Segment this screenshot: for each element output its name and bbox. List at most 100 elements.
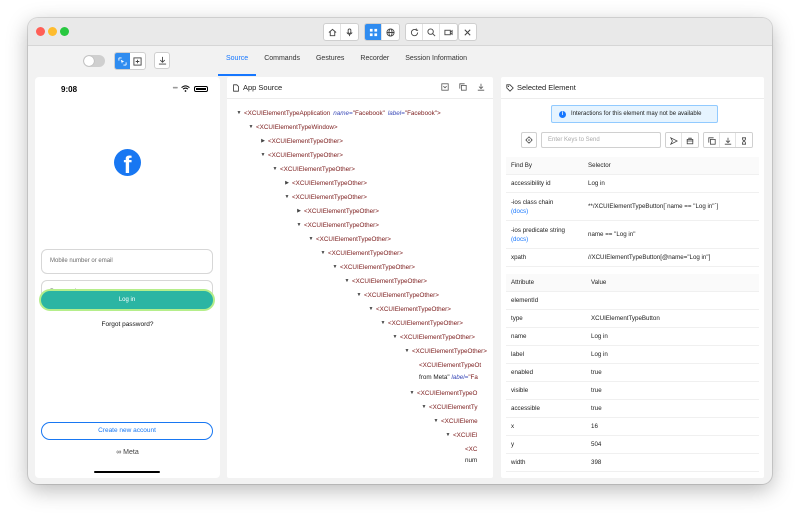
tree-node[interactable]: ▼ <XCUIElementTypeOther> xyxy=(270,163,355,175)
tree-node[interactable]: ▼ <XCUIElementTypeO xyxy=(407,387,478,399)
tree-node[interactable]: ▼ <XCUIEleme xyxy=(431,415,478,427)
tab-session-information[interactable]: Session Information xyxy=(397,46,475,76)
tab-source[interactable]: Source xyxy=(218,46,257,76)
expand-icon[interactable]: ▼ xyxy=(419,404,429,410)
collapse-icon[interactable]: ▶ xyxy=(258,138,268,144)
timing-icon[interactable] xyxy=(736,133,752,147)
expand-icon[interactable]: ▼ xyxy=(378,320,388,326)
copy-source-icon[interactable] xyxy=(459,83,467,91)
expand-icon[interactable]: ▼ xyxy=(342,278,352,284)
expand-icon[interactable]: ▼ xyxy=(234,110,244,116)
tree-node[interactable]: ▶ <XCUIElementTypeOther> xyxy=(282,177,367,189)
login-button[interactable]: Log in xyxy=(41,291,213,309)
video-icon[interactable] xyxy=(440,24,457,40)
send-keys-input[interactable]: Enter Keys to Send xyxy=(541,132,661,148)
status-icons: •••• xyxy=(173,85,208,92)
download-screenshot-icon[interactable] xyxy=(154,52,170,69)
show-elements-toggle[interactable] xyxy=(83,55,105,67)
close-window-button[interactable] xyxy=(36,27,45,36)
globe-icon[interactable] xyxy=(382,24,399,40)
expand-icon[interactable]: ▼ xyxy=(431,418,441,424)
device-screenshot[interactable]: 9:08 •••• f Mobile number or email Passw… xyxy=(35,77,220,478)
tree-node[interactable]: ▼ <XCUIEl xyxy=(443,429,478,441)
expand-icon[interactable]: ▼ xyxy=(354,292,364,298)
tree-node[interactable]: ▼ <XCUIElementTypeOther> xyxy=(330,261,415,273)
tree-node[interactable]: <XC xyxy=(465,443,477,455)
grid-icon[interactable] xyxy=(365,24,382,40)
interaction-warning-alert: i Interactions for this element may not … xyxy=(551,105,718,123)
expand-icon[interactable]: ▼ xyxy=(366,306,376,312)
expand-icon[interactable]: ▼ xyxy=(282,194,292,200)
send-keys-icon[interactable] xyxy=(666,133,682,147)
table-header: Attribute Value xyxy=(506,274,759,292)
tree-node[interactable]: ▶ <XCUIElementTypeOther> xyxy=(258,135,343,147)
create-account-button[interactable]: Create new account xyxy=(41,422,213,440)
zoom-window-button[interactable] xyxy=(60,27,69,36)
home-icon[interactable] xyxy=(324,24,341,40)
tap-element-icon[interactable] xyxy=(521,132,537,148)
selected-element-header: Selected Element xyxy=(501,77,764,99)
collapse-icon[interactable]: ▶ xyxy=(294,208,304,214)
expand-icon[interactable]: ▼ xyxy=(390,334,400,340)
app-mode-group xyxy=(364,23,400,41)
search-icon[interactable] xyxy=(423,24,440,40)
expand-icon[interactable]: ▼ xyxy=(270,166,280,172)
mobile-email-field[interactable]: Mobile number or email xyxy=(41,249,213,274)
expand-icon[interactable]: ▼ xyxy=(294,222,304,228)
tree-node[interactable]: ▼ <XCUIElementTypeOther> xyxy=(258,149,343,161)
tree-node[interactable]: ▶ <XCUIElementTypeOther> xyxy=(294,205,379,217)
tree-node-application[interactable]: ▼ <XCUIElementTypeApplication name= "Face… xyxy=(234,107,441,119)
tree-node[interactable]: ▼ <XCUIElementTypeOther> xyxy=(294,219,379,231)
tab-recorder[interactable]: Recorder xyxy=(352,46,397,76)
inspector-tabs: Source Commands Gestures Recorder Sessio… xyxy=(218,46,475,78)
clear-element-icon[interactable] xyxy=(682,133,698,147)
tap-coordinates-icon[interactable] xyxy=(130,53,145,69)
expand-icon[interactable]: ▼ xyxy=(402,348,412,354)
tree-node[interactable]: <XCUIElementTypeOt xyxy=(419,359,481,371)
select-element-icon[interactable] xyxy=(115,53,130,69)
toggle-attributes-icon[interactable] xyxy=(441,83,449,91)
tree-node[interactable]: ▼ <XCUIElementTypeOther> xyxy=(306,233,391,245)
table-row: elementId xyxy=(506,292,759,310)
tree-node-attrs: num xyxy=(465,457,478,464)
copy-attributes-icon[interactable] xyxy=(704,133,720,147)
info-icon: i xyxy=(559,110,566,118)
session-action-group xyxy=(405,23,458,41)
tree-node[interactable]: ▼ <XCUIElementTy xyxy=(419,401,478,413)
tag-icon xyxy=(506,83,514,92)
download-source-icon[interactable] xyxy=(477,83,485,91)
expand-icon[interactable]: ▼ xyxy=(306,236,316,242)
refresh-icon[interactable] xyxy=(406,24,423,40)
screenshot-mode-group xyxy=(114,52,146,70)
download-screenshot-icon[interactable] xyxy=(720,133,736,147)
close-icon[interactable] xyxy=(459,24,476,40)
tree-node[interactable]: ▼ <XCUIElementTypeOther> xyxy=(378,317,463,329)
tree-node[interactable]: ▼ <XCUIElementTypeOther> xyxy=(366,303,451,315)
expand-icon[interactable]: ▼ xyxy=(258,152,268,158)
expand-icon[interactable]: ▼ xyxy=(443,432,453,438)
tab-gestures[interactable]: Gestures xyxy=(308,46,352,76)
tree-node[interactable]: ▼ <XCUIElementTypeOther> xyxy=(354,289,439,301)
expand-icon[interactable]: ▼ xyxy=(330,264,340,270)
expand-icon[interactable]: ▼ xyxy=(246,124,256,130)
battery-icon xyxy=(194,85,208,92)
tree-node-window[interactable]: ▼ <XCUIElementTypeWindow> xyxy=(246,121,338,133)
tree-node[interactable]: ▼ <XCUIElementTypeOther> xyxy=(402,345,487,357)
tree-node[interactable]: ▼ <XCUIElementTypeOther> xyxy=(390,331,475,343)
find-by-table: Find By Selector accessibility id Log in… xyxy=(506,157,759,267)
expand-icon[interactable]: ▼ xyxy=(318,250,328,256)
collapse-icon[interactable]: ▶ xyxy=(282,180,292,186)
title-bar xyxy=(28,18,772,46)
expand-icon[interactable]: ▼ xyxy=(407,390,417,396)
tree-node[interactable]: ▼ <XCUIElementTypeOther> xyxy=(282,191,367,203)
docs-link[interactable]: (docs) xyxy=(511,236,528,243)
tab-commands[interactable]: Commands xyxy=(256,46,308,76)
tree-node[interactable]: ▼ <XCUIElementTypeOther> xyxy=(342,275,427,287)
table-row: enabled true xyxy=(506,364,759,382)
docs-link[interactable]: (docs) xyxy=(511,208,528,215)
table-row: visible true xyxy=(506,382,759,400)
minimize-window-button[interactable] xyxy=(48,27,57,36)
forgot-password-link[interactable]: Forgot password? xyxy=(35,321,220,328)
microphone-icon[interactable] xyxy=(341,24,358,40)
tree-node[interactable]: ▼ <XCUIElementTypeOther> xyxy=(318,247,403,259)
